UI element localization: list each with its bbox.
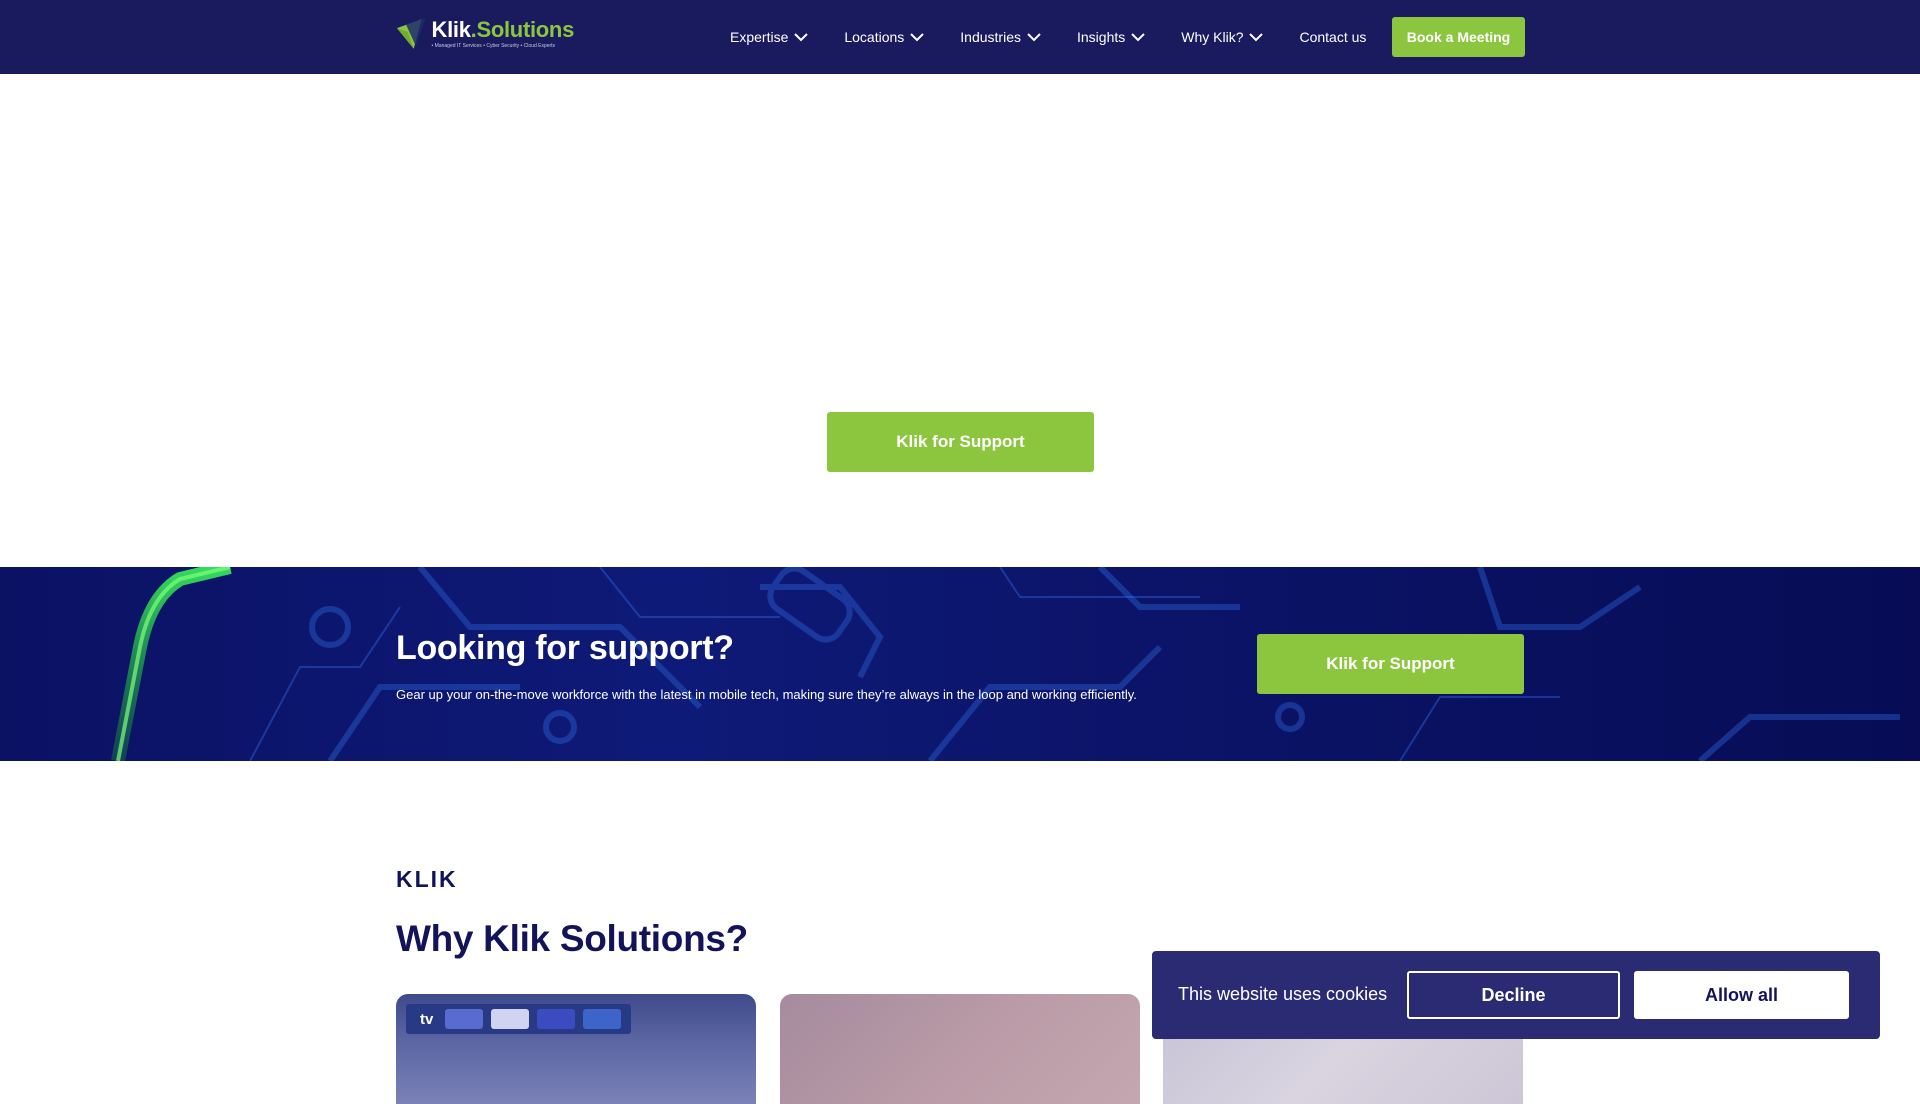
chevron-down-icon	[1027, 32, 1041, 41]
menu-item-label: Why Klik?	[1181, 29, 1244, 45]
netflix-tile	[491, 1009, 530, 1029]
allow-all-cookies-button[interactable]: Allow all	[1634, 971, 1849, 1019]
chevron-down-icon	[794, 32, 809, 41]
menu-item-contact-us[interactable]: Contact us	[1299, 29, 1366, 45]
apple-tv-logo: tv	[420, 1010, 434, 1028]
menu-item-label: Contact us	[1299, 29, 1367, 45]
banner-klik-for-support-button[interactable]: Klik for Support	[1257, 634, 1524, 694]
section-title: Why Klik Solutions?	[396, 918, 748, 959]
menu-item-expertise[interactable]: Expertise	[730, 29, 809, 45]
menu-item-why-klik[interactable]: Why Klik?	[1181, 29, 1264, 45]
menu-item-label: Industries	[960, 29, 1021, 45]
book-meeting-button[interactable]: Book a Meeting	[1392, 17, 1525, 57]
menu-item-label: Insights	[1077, 29, 1126, 45]
main-menu: Expertise Locations Industries Insights …	[730, 0, 1392, 74]
cookie-consent-bar: This website uses cookies Decline Allow …	[1152, 951, 1880, 1039]
tv-streaming-screen: tv	[406, 1004, 631, 1034]
menu-item-industries[interactable]: Industries	[960, 29, 1041, 45]
decline-cookies-button[interactable]: Decline	[1407, 971, 1620, 1019]
xfinity-tile	[445, 1009, 484, 1029]
chevron-down-icon	[1131, 32, 1145, 41]
hulu-tile	[583, 1009, 622, 1029]
logo-mark-icon	[396, 18, 426, 49]
banner-subtitle: Gear up your on-the-move workforce with …	[396, 687, 1137, 702]
chevron-down-icon	[1249, 32, 1264, 41]
menu-item-label: Expertise	[730, 29, 789, 45]
cookie-message: This website uses cookies	[1178, 984, 1388, 1004]
logo-wordmark: Klik.Solutions	[431, 17, 575, 42]
menu-item-label: Locations	[844, 29, 905, 45]
why-card-image-2[interactable]	[780, 994, 1140, 1104]
section-eyebrow: KLIK	[396, 866, 458, 892]
support-banner: Looking for support? Gear up your on-the…	[0, 567, 1920, 761]
menu-item-locations[interactable]: Locations	[844, 29, 925, 45]
banner-title: Looking for support?	[396, 629, 734, 667]
logo-tagline: • Managed IT Services • Cyber Security •…	[431, 43, 556, 49]
logo-text: Klik.Solutions • Managed IT Services • C…	[431, 17, 575, 50]
klik-for-support-button[interactable]: Klik for Support	[827, 412, 1094, 472]
top-navbar: Klik.Solutions • Managed IT Services • C…	[0, 0, 1920, 74]
circuit-background-graphic	[111, 567, 1900, 761]
site-logo[interactable]: Klik.Solutions • Managed IT Services • C…	[394, 16, 574, 52]
chevron-down-icon	[910, 32, 925, 41]
why-card-image-1[interactable]: tv	[396, 994, 756, 1104]
menu-item-insights[interactable]: Insights	[1077, 29, 1145, 45]
disney-tile	[537, 1009, 576, 1029]
